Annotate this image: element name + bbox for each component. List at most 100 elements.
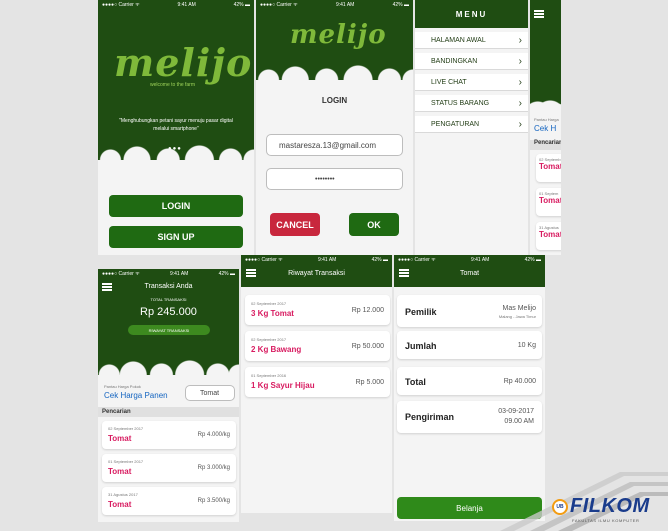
menu-item-live-chat[interactable]: LIVE CHAT › [415, 74, 528, 91]
item-date: 31 Agustus [539, 225, 559, 230]
filkom-watermark: UB FILKOM FAKULTAS ILMU KOMPUTER [500, 462, 668, 531]
quantity-value: 10 Kg [517, 342, 536, 349]
item-name: Tomat [539, 230, 561, 239]
status-time: 9:41 AM [317, 257, 337, 263]
status-carrier: ●●●●○ Carrier ᯤ [260, 2, 298, 8]
status-time: 9:41 AM [335, 2, 355, 8]
list-item[interactable]: 01 Septem Tomat [536, 188, 561, 216]
owner-label: Pemilik [405, 307, 437, 317]
item-name: Tomat [539, 196, 561, 205]
item-name: Tomat [108, 500, 132, 509]
check-price-link[interactable]: Cek Harga Panen [104, 391, 168, 400]
tagline: welcome to the farm [150, 82, 196, 88]
login-button[interactable]: LOGIN [109, 195, 243, 217]
owner-value: Mas Melijo [502, 305, 536, 312]
menu-icon[interactable] [534, 10, 544, 18]
item-date: 01 September 2017 [108, 459, 144, 464]
history-screen: ●●●●○ Carrier ᯤ 9:41 AM 42% ▬ Riwayat Tr… [241, 255, 392, 513]
status-bar: ●●●●○ Carrier ᯤ 9:41 AM 42% ▬ [241, 255, 392, 265]
history-item[interactable]: 02 September 2017 2 Kg Bawang Rp 50.000 [245, 331, 390, 361]
history-item[interactable]: 01 September 2016 1 Kg Sayur Hijau Rp 5.… [245, 367, 390, 397]
page-title: Tomat [459, 270, 480, 277]
password-field[interactable]: •••••••• [266, 168, 403, 190]
list-item[interactable]: 31 Agustus 2017 Tomat Rp 3.500/kg [102, 487, 236, 515]
menu-title: MENU [455, 9, 488, 19]
total-value: Rp 40.000 [503, 378, 536, 385]
item-price: Rp 12.000 [351, 307, 384, 314]
status-carrier: ●●●●○ Carrier ᯤ [245, 257, 283, 263]
status-time: 9:41 AM [470, 257, 490, 263]
splash-header: ●●●●○ Carrier ᯤ 9:41 AM 42% ▬ melijo wel… [98, 0, 254, 160]
signup-button[interactable]: SIGN UP [109, 226, 243, 248]
item-name: 3 Kg Tomat [251, 309, 294, 318]
total-row: Total Rp 40.000 [397, 367, 542, 395]
status-time: 9:41 AM [169, 271, 189, 277]
check-price-link[interactable]: Cek H [534, 124, 556, 133]
detail-header: ●●●●○ Carrier ᯤ 9:41 AM 42% ▬ Tomat [394, 255, 545, 287]
menu-item-label: PENGATURAN [431, 120, 480, 128]
item-date: 01 Septem [539, 191, 559, 196]
item-name: 1 Kg Sayur Hijau [251, 381, 315, 390]
ok-button[interactable]: OK [349, 213, 399, 236]
status-time: 9:41 AM [177, 2, 196, 8]
status-battery: 42% ▬ [371, 257, 388, 263]
quantity-row: Jumlah 10 Kg [397, 331, 542, 359]
menu-item-pengaturan[interactable]: PENGATURAN › [415, 116, 528, 133]
status-bar: ●●●●○ Carrier ᯤ 9:41 AM 42% ▬ [98, 0, 254, 10]
item-date: 01 September 2016 [251, 373, 287, 378]
status-bar: ●●●●○ Carrier ᯤ 9:41 AM 42% ▬ [98, 269, 239, 279]
chevron-right-icon: › [518, 34, 522, 46]
menu-item-label: BANDINGKAN [431, 57, 478, 65]
item-price: Rp 5.000 [355, 379, 384, 386]
search-input[interactable]: Tomat [185, 385, 235, 401]
owner-location: Malang - Jawa Timur [498, 314, 536, 319]
chevron-right-icon: › [518, 97, 522, 109]
shipping-time: 09.00 AM [504, 418, 534, 425]
menu-item-bandingkan[interactable]: BANDINGKAN › [415, 53, 528, 70]
status-battery: 42% ▬ [218, 271, 235, 277]
search-section-header: Pencarian [98, 407, 239, 417]
item-date: 31 Agustus 2017 [108, 492, 138, 497]
item-price: Rp 3.500/kg [197, 498, 230, 504]
chevron-right-icon: › [518, 118, 522, 130]
list-item[interactable]: 02 September 2017 Tomat Rp 4.000/kg [102, 421, 236, 449]
monitor-label: Pantau Harga [534, 117, 559, 122]
transaction-header: ●●●●○ Carrier ᯤ 9:41 AM 42% ▬ Transaksi … [98, 269, 239, 375]
login-screen: ●●●●○ Carrier ᯤ 9:41 AM 42% ▬ melijo LOG… [256, 0, 413, 255]
status-carrier: ●●●●○ Carrier ᯤ [102, 2, 140, 8]
history-item[interactable]: 02 September 2017 3 Kg Tomat Rp 12.000 [245, 295, 390, 325]
item-name: 2 Kg Bawang [251, 345, 302, 354]
total-label: Total [405, 377, 426, 387]
item-name: Tomat [539, 162, 561, 171]
item-date: 02 September 2017 [251, 301, 287, 306]
menu-screen: MENU HALAMAN AWAL › BANDINGKAN › LIVE CHAT… [415, 0, 528, 255]
item-date: 02 September 2017 [108, 426, 144, 431]
item-price: Rp 50.000 [351, 343, 384, 350]
history-button[interactable]: RIWAYAT TRANSAKSI [128, 325, 210, 335]
home-peek-screen: Pantau Harga Cek H Pencarian 02 Septemb … [530, 0, 561, 255]
list-item[interactable]: 01 September 2017 Tomat Rp 3.000/kg [102, 454, 236, 482]
brand-subtitle: FAKULTAS ILMU KOMPUTER [572, 518, 640, 523]
list-item[interactable]: 31 Agustus Tomat [536, 222, 561, 250]
email-field[interactable]: mastaresza.13@gmail.com [266, 134, 403, 156]
menu-item-halaman-awal[interactable]: HALAMAN AWAL › [415, 32, 528, 49]
history-header: ●●●●○ Carrier ᯤ 9:41 AM 42% ▬ Riwayat Tr… [241, 255, 392, 287]
status-carrier: ●●●●○ Carrier ᯤ [102, 271, 140, 277]
ub-badge: UB [552, 499, 568, 515]
shipping-label: Pengiriman [405, 412, 455, 422]
splash-screen: ●●●●○ Carrier ᯤ 9:41 AM 42% ▬ melijo wel… [98, 0, 254, 255]
quantity-label: Jumlah [405, 341, 437, 351]
status-bar: ●●●●○ Carrier ᯤ 9:41 AM 42% ▬ [256, 0, 413, 10]
menu-item-status-barang[interactable]: STATUS BARANG › [415, 95, 528, 112]
owner-row: Pemilik Mas Melijo Malang - Jawa Timur [397, 295, 542, 327]
page-title: Transaksi Anda [144, 283, 193, 290]
list-item[interactable]: 02 Septemb Tomat [536, 154, 561, 182]
total-label: TOTAL TRANSAKSI [150, 297, 187, 302]
chevron-right-icon: › [518, 76, 522, 88]
quote-text: "Menghubungkan petani sayur menuju pasar… [119, 118, 233, 132]
menu-header: MENU [415, 0, 528, 28]
menu-item-label: LIVE CHAT [431, 78, 467, 86]
status-bar: ●●●●○ Carrier ᯤ 9:41 AM 42% ▬ [394, 255, 545, 265]
cancel-button[interactable]: CANCEL [270, 213, 320, 236]
item-name: Tomat [108, 467, 132, 476]
